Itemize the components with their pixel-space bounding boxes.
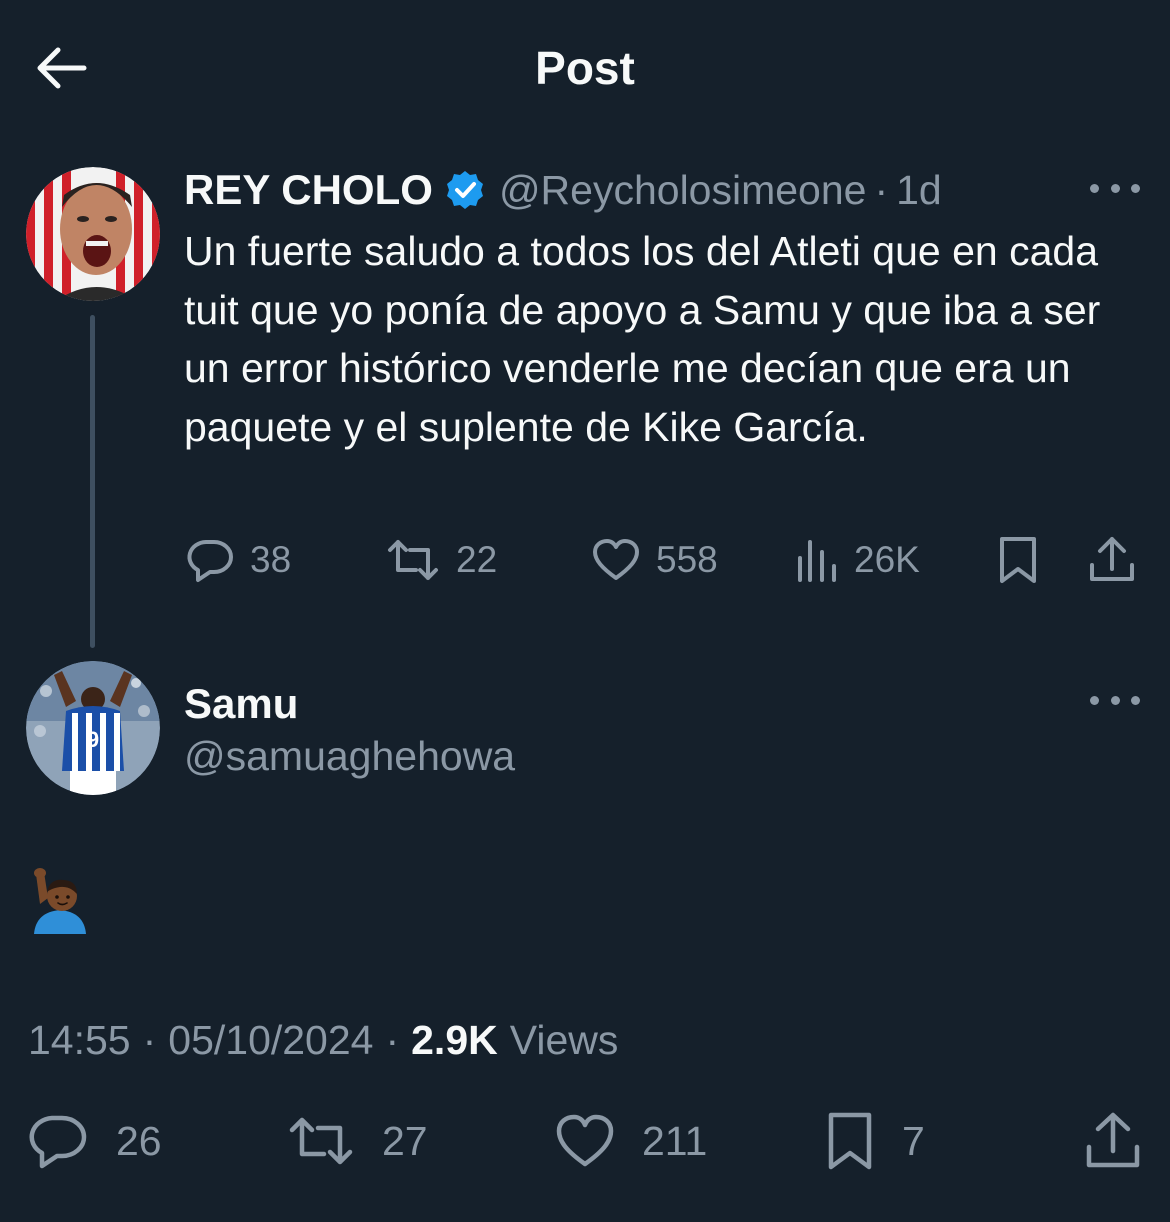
avatar-image [26, 167, 160, 301]
post-meta: 14:55 · 05/10/2024 · 2.9K Views [28, 1012, 618, 1068]
share-icon [1086, 1112, 1140, 1168]
post-date: 05/10/2024 [168, 1016, 374, 1063]
post-views-label[interactable]: Views [510, 1017, 619, 1064]
thread-line [90, 315, 95, 648]
more-options-icon[interactable] [1090, 173, 1140, 203]
repost-icon [289, 1117, 353, 1165]
share-button[interactable] [1084, 1108, 1142, 1174]
reply-button[interactable]: 26 [28, 1108, 162, 1174]
repost-icon [388, 540, 438, 580]
bookmark-icon [828, 1112, 872, 1170]
bookmark-icon [1000, 537, 1036, 583]
repost-button[interactable]: 27 [288, 1108, 428, 1174]
analytics-icon [798, 540, 836, 582]
heart-icon [556, 1114, 614, 1167]
reply-count: 38 [250, 539, 292, 580]
views-count: 26K [854, 539, 920, 580]
reply-count: 26 [116, 1117, 162, 1164]
author-name[interactable]: REY CHOLO [184, 166, 433, 214]
views-button[interactable]: 26K [796, 532, 920, 588]
reply-icon [29, 1115, 87, 1169]
reply-author-handle[interactable]: @samuaghehowa [184, 728, 515, 784]
like-button[interactable]: 558 [592, 532, 718, 588]
repost-count: 22 [456, 539, 498, 580]
avatar-rey-cholo[interactable] [26, 167, 160, 301]
separator-dot: · [874, 166, 889, 213]
avatar-samu[interactable]: 9 [26, 661, 160, 795]
repost-button[interactable]: 22 [386, 532, 497, 588]
repost-count: 27 [382, 1117, 428, 1164]
separator-dot: · [142, 1016, 157, 1063]
top-bar: Post [0, 0, 1170, 135]
more-options-icon[interactable] [1090, 685, 1140, 715]
post-views-count[interactable]: 2.9K [411, 1017, 498, 1064]
bookmark-button[interactable] [998, 532, 1038, 588]
verified-badge-icon[interactable] [445, 170, 485, 210]
bookmark-count: 7 [902, 1117, 925, 1164]
parent-tweet-header: REY CHOLO @Reycholosimeone · 1d [184, 162, 942, 218]
like-count: 211 [642, 1117, 708, 1164]
reply-button[interactable]: 38 [186, 532, 291, 588]
svg-text:9: 9 [87, 727, 99, 752]
reply-author-name[interactable]: Samu [184, 676, 298, 732]
post-actions: 26 27 211 7 [0, 1108, 1170, 1174]
raising-hand-emoji-icon [30, 868, 90, 934]
separator-dot: · [385, 1016, 400, 1063]
heart-icon [593, 539, 639, 580]
avatar-image: 9 [26, 661, 160, 795]
post-age[interactable]: 1d [896, 167, 942, 214]
like-button[interactable]: 211 [556, 1108, 707, 1174]
post-time: 14:55 [28, 1016, 131, 1063]
page-title: Post [535, 42, 635, 94]
parent-tweet-actions: 38 22 558 26K [0, 532, 1170, 588]
share-icon [1090, 537, 1134, 581]
share-button[interactable] [1088, 532, 1136, 588]
parent-tweet-text: Un fuerte saludo a todos los del Atleti … [184, 228, 1101, 450]
author-handle[interactable]: @Reycholosimeone [499, 167, 867, 214]
bookmark-button[interactable]: 7 [826, 1108, 925, 1174]
post-page: Post REY CHOLO @Reycholosimeone · 1d Un … [0, 0, 1170, 1222]
like-count: 558 [656, 539, 718, 580]
reply-icon [187, 540, 233, 582]
